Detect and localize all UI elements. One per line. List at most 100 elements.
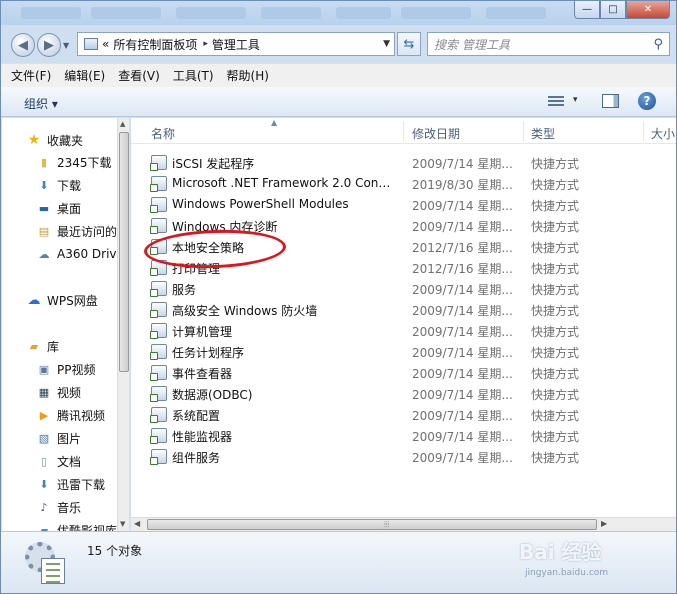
menu-edit[interactable]: 编辑(E) bbox=[64, 67, 105, 84]
menu-file[interactable]: 文件(F) bbox=[11, 67, 51, 84]
file-type: 快捷方式 bbox=[531, 199, 580, 213]
file-row[interactable]: Windows PowerShell Modules 2009/7/14 星期..… bbox=[131, 194, 676, 215]
preview-pane-icon[interactable] bbox=[602, 94, 619, 108]
file-type: 快捷方式 bbox=[531, 451, 580, 465]
scroll-up-icon[interactable]: ▲ bbox=[120, 120, 125, 128]
file-type: 快捷方式 bbox=[531, 409, 580, 423]
scroll-right-icon[interactable]: ▶ bbox=[601, 519, 607, 528]
breadcrumb-separator-icon[interactable]: ▸ bbox=[203, 39, 208, 49]
menu-help[interactable]: 帮助(H) bbox=[227, 67, 269, 84]
menu-tools[interactable]: 工具(T) bbox=[173, 67, 214, 84]
shortcut-icon bbox=[150, 365, 167, 381]
nav-wps-drive[interactable]: ☁ WPS网盘 bbox=[26, 290, 98, 310]
nav-lib-pp-video[interactable]: ▣ PP视频 bbox=[36, 359, 96, 379]
nav-library[interactable]: ▰ 库 bbox=[26, 336, 59, 356]
minimize-button[interactable]: — bbox=[574, 1, 600, 19]
column-size[interactable]: 大小 bbox=[651, 125, 675, 142]
file-row[interactable]: 组件服务 2009/7/14 星期... 快捷方式 bbox=[131, 446, 676, 467]
search-icon[interactable]: ⚲ bbox=[653, 37, 663, 52]
column-date[interactable]: 修改日期 bbox=[412, 125, 460, 142]
address-dropdown-icon[interactable]: ▼ bbox=[383, 39, 390, 49]
file-date: 2009/7/14 星期... bbox=[412, 346, 513, 360]
file-row[interactable]: 数据源(ODBC) 2009/7/14 星期... 快捷方式 bbox=[131, 383, 676, 404]
horizontal-scrollbar[interactable]: ◀ ⦙⦙⦙ ▶ bbox=[131, 517, 676, 531]
nav-lib-video[interactable]: ▦ 视频 bbox=[36, 382, 81, 402]
file-date: 2009/7/14 星期... bbox=[412, 220, 513, 234]
nav-lib-youku[interactable]: ▰ 优酷影视库 bbox=[36, 520, 117, 532]
tencent-video-icon: ▶ bbox=[39, 408, 49, 422]
nav-lib-pictures[interactable]: ▧ 图片 bbox=[36, 428, 81, 448]
nav-lib-thunder[interactable]: ⬇ 迅雷下载 bbox=[36, 474, 105, 494]
nav-lib-music[interactable]: ♪ 音乐 bbox=[36, 497, 81, 517]
file-row[interactable]: 计算机管理 2009/7/14 星期... 快捷方式 bbox=[131, 320, 676, 341]
nav-wps-label: WPS网盘 bbox=[47, 293, 98, 308]
column-header: ▲ 名称 修改日期 类型 大小 bbox=[131, 118, 676, 144]
nav-item-downloads[interactable]: ⬇ 下载 bbox=[36, 175, 81, 195]
horizontal-scroll-thumb[interactable]: ⦙⦙⦙ bbox=[147, 519, 597, 530]
recent-pages-dropdown[interactable]: ▼ bbox=[63, 41, 69, 50]
nav-favorites[interactable]: ★ 收藏夹 bbox=[26, 130, 83, 150]
column-name[interactable]: 名称 bbox=[151, 125, 175, 142]
nav-item-desktop[interactable]: ▬ 桌面 bbox=[36, 198, 81, 218]
forward-arrow-icon: ▶ bbox=[44, 37, 54, 53]
column-type[interactable]: 类型 bbox=[531, 125, 555, 142]
file-row[interactable]: 性能监视器 2009/7/14 星期... 快捷方式 bbox=[131, 425, 676, 446]
column-divider[interactable] bbox=[403, 121, 404, 141]
music-icon: ♪ bbox=[40, 500, 48, 514]
refresh-button[interactable]: ⇆ bbox=[397, 32, 421, 56]
forward-button[interactable]: ▶ bbox=[37, 33, 61, 57]
breadcrumb-overflow[interactable]: « bbox=[102, 37, 109, 51]
shortcut-icon bbox=[150, 281, 167, 297]
file-row[interactable]: 任务计划程序 2009/7/14 星期... 快捷方式 bbox=[131, 341, 676, 362]
nav-item-recent-places[interactable]: ▤ 最近访问的位置 bbox=[36, 221, 129, 241]
nav-item-label: A360 Drive bbox=[57, 247, 124, 261]
maximize-button[interactable]: □ bbox=[600, 1, 626, 19]
file-row[interactable]: Windows 内存诊断 2009/7/14 星期... 快捷方式 bbox=[131, 215, 676, 236]
cloud-icon: ☁ bbox=[27, 292, 41, 308]
menu-view[interactable]: 查看(V) bbox=[118, 67, 160, 84]
control-panel-icon bbox=[84, 38, 98, 50]
file-date: 2012/7/16 星期... bbox=[412, 241, 513, 255]
breadcrumb-control-panel[interactable]: 所有控制面板项 bbox=[113, 36, 197, 53]
file-row[interactable]: Microsoft .NET Framework 2.0 Confi... 201… bbox=[131, 173, 676, 194]
back-button[interactable]: ◀ bbox=[11, 33, 35, 57]
address-bar[interactable]: « 所有控制面板项 ▸ 管理工具 ▼ bbox=[77, 32, 395, 56]
nav-scrollbar[interactable]: ▲ ▼ bbox=[117, 118, 129, 531]
title-bar: — □ ✕ bbox=[1, 1, 676, 25]
file-name: 任务计划程序 bbox=[172, 346, 245, 360]
column-divider[interactable] bbox=[523, 121, 524, 141]
scroll-left-icon[interactable]: ◀ bbox=[134, 519, 140, 528]
blurred-tab bbox=[486, 7, 546, 19]
nav-lib-tencent-video[interactable]: ▶ 腾讯视频 bbox=[36, 405, 105, 425]
nav-item-label: 2345下载 bbox=[57, 155, 112, 170]
file-row[interactable]: 事件查看器 2009/7/14 星期... 快捷方式 bbox=[131, 362, 676, 383]
file-row[interactable]: 高级安全 Windows 防火墙 2009/7/14 星期... 快捷方式 bbox=[131, 299, 676, 320]
nav-item-a360-drive[interactable]: ☁ A360 Drive bbox=[36, 244, 124, 264]
view-dropdown-icon[interactable]: ▾ bbox=[573, 95, 578, 105]
video-icon: ▦ bbox=[38, 385, 50, 399]
column-divider[interactable] bbox=[643, 121, 644, 141]
file-row[interactable]: iSCSI 发起程序 2009/7/14 星期... 快捷方式 bbox=[131, 152, 676, 173]
youku-icon: ▰ bbox=[39, 523, 49, 532]
file-name: 本地安全策略 bbox=[172, 241, 245, 255]
nav-lib-documents[interactable]: ▯ 文档 bbox=[36, 451, 81, 471]
file-row[interactable]: 本地安全策略 2012/7/16 星期... 快捷方式 bbox=[131, 236, 676, 257]
breadcrumb-admin-tools[interactable]: 管理工具 bbox=[212, 36, 260, 53]
blurred-tab bbox=[91, 7, 161, 19]
search-box[interactable]: 搜索 管理工具 ⚲ bbox=[427, 32, 670, 56]
nav-item-2345-download[interactable]: ▮ 2345下载 bbox=[36, 152, 112, 172]
file-type: 快捷方式 bbox=[531, 157, 580, 171]
file-date: 2009/7/14 星期... bbox=[412, 283, 513, 297]
nav-favorites-label: 收藏夹 bbox=[47, 133, 84, 148]
nav-scroll-thumb[interactable] bbox=[119, 132, 129, 372]
close-button[interactable]: ✕ bbox=[626, 1, 670, 19]
organize-button[interactable]: 组织 ▾ bbox=[24, 95, 58, 112]
file-row[interactable]: 服务 2009/7/14 星期... 快捷方式 bbox=[131, 278, 676, 299]
help-icon[interactable]: ? bbox=[638, 92, 656, 110]
file-row[interactable]: 系统配置 2009/7/14 星期... 快捷方式 bbox=[131, 404, 676, 425]
file-row[interactable]: 打印管理 2012/7/16 星期... 快捷方式 bbox=[131, 257, 676, 278]
change-view-icon[interactable] bbox=[548, 96, 564, 108]
nav-item-label: 文档 bbox=[57, 454, 82, 469]
file-name: 计算机管理 bbox=[172, 325, 233, 339]
scroll-down-icon[interactable]: ▼ bbox=[120, 520, 125, 528]
